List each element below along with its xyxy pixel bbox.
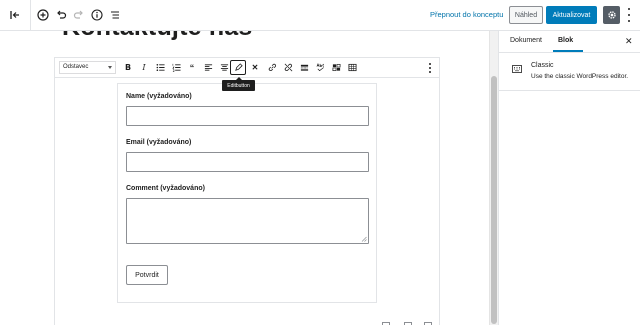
format-select[interactable]: Odstavec — [59, 61, 116, 74]
list-view-icon[interactable] — [107, 7, 123, 23]
bullet-list-icon[interactable] — [154, 61, 166, 74]
tab-document[interactable]: Dokument — [510, 37, 542, 44]
chevron-down-icon — [108, 66, 112, 69]
active-tab-indicator — [553, 50, 583, 52]
close-icon[interactable]: ✕ — [625, 36, 633, 47]
format-select-value: Odstavec — [63, 64, 89, 70]
tooltip: Editbutton — [222, 77, 255, 91]
comment-field[interactable] — [126, 198, 369, 244]
contact-form: Name (vyžadováno) Email (vyžadováno) Com… — [117, 83, 377, 303]
resize-handle-icon[interactable] — [361, 236, 367, 242]
preview-button[interactable]: Náhled — [509, 6, 543, 24]
link-icon[interactable] — [266, 61, 278, 74]
sidebar-tabs: Dokument Blok ✕ — [499, 31, 640, 53]
comment-label: Comment (vyžadováno) — [126, 185, 205, 192]
keyboard-icon — [512, 65, 522, 73]
name-field[interactable] — [126, 106, 369, 126]
block-description: Use the classic WordPress editor. — [531, 73, 629, 80]
settings-sidebar: Dokument Blok ✕ Classic Use the classic … — [498, 31, 640, 325]
undo-icon[interactable] — [53, 7, 69, 23]
update-button[interactable]: Aktualizovat — [546, 6, 597, 24]
info-icon[interactable] — [89, 7, 105, 23]
align-left-icon[interactable] — [202, 61, 214, 74]
settings-button[interactable] — [603, 6, 620, 24]
page-title[interactable]: Kontaktujte nás — [62, 31, 253, 42]
scrollbar-thumb[interactable] — [491, 76, 497, 324]
more-tag-icon[interactable] — [298, 61, 310, 74]
numbered-list-icon[interactable] — [170, 61, 182, 74]
editor-canvas: Kontaktujte nás Odstavec B I “ — [0, 31, 498, 325]
italic-icon[interactable]: I — [138, 61, 150, 74]
block-card: Classic Use the classic WordPress editor… — [499, 53, 640, 91]
gear-icon — [607, 11, 616, 19]
scrollbar[interactable] — [489, 31, 498, 325]
classic-toolbar: Odstavec B I “ ✕ — [55, 58, 439, 78]
email-label: Email (vyžadováno) — [126, 139, 192, 146]
block-name: Classic — [531, 62, 554, 69]
header-separator — [30, 0, 31, 31]
unlink-icon[interactable] — [282, 61, 294, 74]
name-label: Name (vyžadováno) — [126, 93, 192, 100]
back-icon[interactable] — [7, 7, 23, 23]
vertical-dots-icon[interactable] — [625, 8, 633, 22]
edit-icon[interactable] — [230, 60, 246, 75]
redo-icon[interactable] — [71, 7, 87, 23]
classic-block[interactable]: Odstavec B I “ ✕ Editbutton Name (vyžado… — [54, 57, 440, 325]
add-block-icon[interactable] — [35, 7, 51, 23]
switch-to-draft-link[interactable]: Přepnout do konceptu — [430, 10, 503, 19]
align-center-icon[interactable] — [218, 61, 230, 74]
spellcheck-icon[interactable] — [314, 61, 326, 74]
editor-header: Přepnout do konceptu Náhled Aktualizovat — [0, 0, 640, 31]
kitchen-sink-icon[interactable] — [330, 61, 342, 74]
tab-block[interactable]: Blok — [558, 37, 573, 44]
bold-icon[interactable]: B — [122, 61, 134, 74]
submit-button[interactable]: Potvrdit — [126, 265, 168, 285]
vertical-dots-icon[interactable] — [429, 63, 431, 73]
quote-icon[interactable]: “ — [186, 61, 198, 74]
email-field[interactable] — [126, 152, 369, 172]
close-icon[interactable]: ✕ — [249, 61, 261, 74]
table-icon[interactable] — [346, 61, 358, 74]
